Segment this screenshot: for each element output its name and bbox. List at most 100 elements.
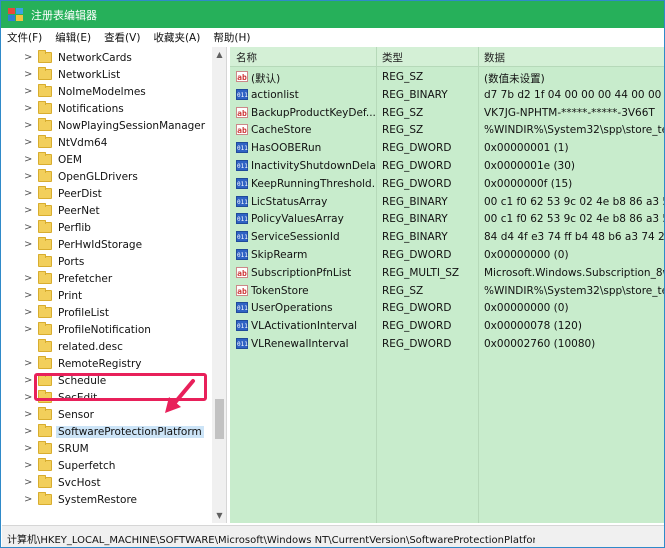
column-data-header[interactable]: 数据 [484,50,505,65]
tree-item[interactable]: > Print [2,287,212,304]
chevron-right-icon[interactable]: > [24,460,32,471]
chevron-right-icon[interactable]: > [24,409,32,420]
tree-item[interactable]: > NoImeModelmes [2,83,212,100]
column-type-header[interactable]: 类型 [382,50,403,65]
tree-item[interactable]: > NetworkCards [2,49,212,66]
value-row[interactable]: 011 PolicyValuesArray REG_BINARY 00 c1 f0 6… [230,210,664,228]
tree-item[interactable]: > OEM [2,151,212,168]
column-name-header[interactable]: 名称 [236,50,257,65]
tree-item[interactable]: > RemoteRegistry [2,355,212,372]
value-row[interactable]: ab BackupProductKeyDef... REG_SZ VK7JG-NPHT… [230,104,664,122]
tree-item[interactable]: Ports [2,253,212,270]
value-row[interactable]: 011 actionlist REG_BINARY d7 7b d2 1f 04 00… [230,86,664,104]
tree-item[interactable]: > OpenGLDrivers [2,168,212,185]
chevron-right-icon[interactable]: > [24,426,32,437]
scroll-thumb[interactable] [215,399,224,439]
folder-icon [38,50,52,63]
chevron-right-icon[interactable]: > [24,188,32,199]
value-row[interactable]: ab TokenStore REG_SZ %WINDIR%\System32\spp\… [230,282,664,300]
tree-item[interactable]: > SvcHost [2,474,212,491]
tree-item[interactable]: > ProfileList [2,304,212,321]
tree-item[interactable]: > SRUM [2,440,212,457]
value-row[interactable]: 011 VLActivationInterval REG_DWORD 0x000000… [230,317,664,335]
tree-item[interactable]: > NetworkList [2,66,212,83]
value-name: KeepRunningThreshold... [251,177,375,190]
value-row[interactable]: 011 VLRenewalInterval REG_DWORD 0x00002760 … [230,335,664,353]
binary-value-icon: 011 [236,177,248,189]
value-row[interactable]: 011 SkipRearm REG_DWORD 0x00000000 (0) [230,246,664,264]
chevron-right-icon[interactable]: > [24,69,32,80]
value-type: REG_BINARY [382,195,448,208]
tree-item[interactable]: > Notifications [2,100,212,117]
chevron-right-icon[interactable]: > [24,358,32,369]
chevron-right-icon[interactable]: > [24,52,32,63]
tree-item[interactable]: > PeerDist [2,185,212,202]
chevron-right-icon[interactable]: > [24,205,32,216]
tree-item[interactable]: > PerHwIdStorage [2,236,212,253]
title-bar[interactable]: 注册表编辑器 [1,1,664,28]
scroll-down-icon[interactable]: ▼ [212,508,226,523]
value-type: REG_BINARY [382,88,448,101]
chevron-right-icon[interactable]: > [24,86,32,97]
chevron-right-icon[interactable] [24,257,32,267]
registry-values-list[interactable]: 名称 类型 数据 ab (默认) REG_SZ (数值未设置) 011 actionlis… [230,47,664,523]
tree-item[interactable]: > SystemRestore [2,491,212,508]
registry-key-tree[interactable]: > SystemRestore > SvcHost > Superfetch > SRUM > S… [2,47,227,523]
chevron-right-icon[interactable]: > [24,273,32,284]
tree-item[interactable]: > Perflib [2,219,212,236]
value-row[interactable]: 011 ServiceSessionId REG_BINARY 84 d4 4f e3… [230,228,664,246]
folder-icon [38,441,52,454]
chevron-right-icon[interactable]: > [24,477,32,488]
chevron-right-icon[interactable]: > [24,171,32,182]
folder-icon [38,254,52,267]
tree-item[interactable]: > Prefetcher [2,270,212,287]
folder-icon [38,424,52,437]
value-row[interactable]: 011 KeepRunningThreshold... REG_DWORD 0x000… [230,175,664,193]
folder-icon [38,237,52,250]
scroll-up-icon[interactable]: ▲ [212,47,226,62]
tree-item[interactable]: > ProfileNotification [2,321,212,338]
menu-view[interactable]: 查看(V) [104,30,140,45]
folder-icon [38,84,52,97]
value-row[interactable]: 011 InactivityShutdownDelay REG_DWORD 0x000… [230,157,664,175]
chevron-right-icon[interactable]: > [24,222,32,233]
chevron-right-icon[interactable]: > [24,324,32,335]
chevron-right-icon[interactable]: > [24,239,32,250]
tree-item-label: SoftwareProtectionPlatform [56,425,204,438]
tree-vertical-scrollbar[interactable]: ▲ ▼ [212,47,226,523]
chevron-right-icon[interactable]: > [24,290,32,301]
tree-item[interactable]: > PeerNet [2,202,212,219]
menu-help[interactable]: 帮助(H) [213,30,250,45]
menu-file[interactable]: 文件(F) [7,30,42,45]
tree-item[interactable]: > Superfetch [2,457,212,474]
value-data: 0x0000000f (15) [484,177,573,190]
chevron-right-icon[interactable]: > [24,137,32,148]
value-row[interactable]: 011 LicStatusArray REG_BINARY 00 c1 f0 62 5… [230,193,664,211]
tree-item-label: SystemRestore [58,493,137,506]
chevron-right-icon[interactable]: > [24,120,32,131]
tree-item[interactable]: > NowPlayingSessionManager [2,117,212,134]
chevron-right-icon[interactable]: > [24,392,32,403]
chevron-right-icon[interactable]: > [24,443,32,454]
tree-item[interactable]: > NtVdm64 [2,134,212,151]
value-name: UserOperations [251,302,333,315]
value-row[interactable]: ab CacheStore REG_SZ %WINDIR%\System32\spp\… [230,121,664,139]
menu-favorites[interactable]: 收藏夹(A) [153,30,200,45]
value-row[interactable]: ab SubscriptionPfnList REG_MULTI_SZ Microso… [230,264,664,282]
tree-item[interactable]: > SoftwareProtectionPlatform [2,423,212,440]
value-type: REG_DWORD [382,249,452,261]
chevron-right-icon[interactable]: > [24,154,32,165]
chevron-right-icon[interactable]: > [24,307,32,318]
chevron-right-icon[interactable]: > [24,103,32,114]
tree-item-label: Sensor [58,408,94,421]
chevron-right-icon[interactable] [24,342,32,352]
value-type: REG_DWORD [382,142,452,155]
chevron-right-icon[interactable]: > [24,494,32,505]
value-row[interactable]: 011 HasOOBERun REG_DWORD 0x00000001 (1) [230,139,664,157]
chevron-right-icon[interactable]: > [24,375,32,386]
value-row[interactable]: ab (默认) REG_SZ (数值未设置) [230,68,664,86]
folder-icon [38,492,52,505]
value-row[interactable]: 011 UserOperations REG_DWORD 0x00000000 (0) [230,299,664,317]
tree-item[interactable]: related.desc [2,338,212,355]
menu-edit[interactable]: 编辑(E) [55,30,91,45]
